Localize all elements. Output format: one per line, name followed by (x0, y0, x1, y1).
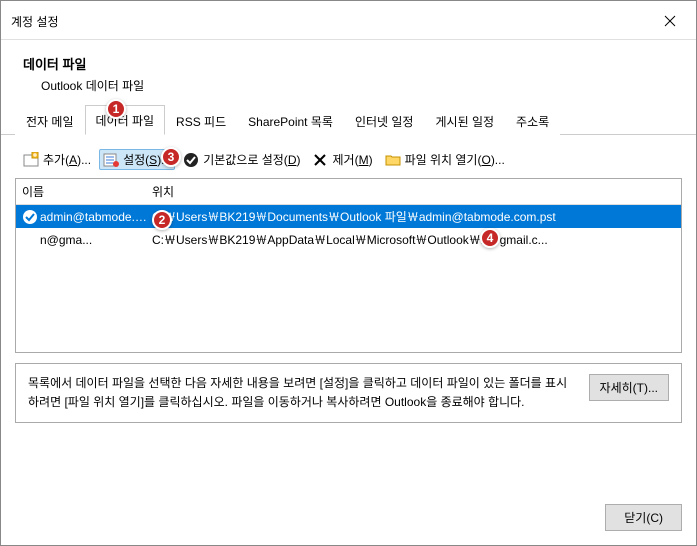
add-button[interactable]: 추가(A)... (19, 149, 95, 170)
row-name: admin@tabmode.com (40, 210, 152, 224)
dialog-title: 계정 설정 (11, 13, 59, 30)
settings-icon (103, 152, 119, 168)
annotation-marker-4: 4 (480, 228, 500, 248)
tab-published-calendars[interactable]: 게시된 일정 (424, 106, 505, 135)
tab-address-books[interactable]: 주소록 (505, 106, 560, 135)
row-icon-blank (22, 232, 38, 248)
hint-section: 목록에서 데이터 파일을 선택한 다음 자세한 내용을 보려면 [설정]을 클릭… (15, 363, 682, 423)
toolbar: 추가(A)... 설정(S)... 기본값으로 설정(D) 제거(M) (15, 147, 682, 178)
header-title: 데이터 파일 (23, 54, 676, 73)
details-button[interactable]: 자세히(T)... (589, 374, 669, 401)
list-row[interactable]: n@gma... C:￦Users￦BK219￦AppData￦Local￦Mi… (16, 228, 681, 251)
default-checkmark-icon (22, 209, 38, 225)
annotation-marker-3: 3 (161, 147, 181, 167)
row-path: C:￦Users￦BK219￦Documents￦Outlook 파일￦admi… (152, 208, 675, 225)
close-dialog-button[interactable]: 닫기(C) (605, 504, 682, 531)
checkmark-icon (183, 152, 199, 168)
list-row[interactable]: admin@tabmode.com C:￦Users￦BK219￦Documen… (16, 205, 681, 228)
account-settings-dialog: 계정 설정 데이터 파일 Outlook 데이터 파일 전자 메일 데이터 파일… (0, 0, 697, 546)
titlebar: 계정 설정 (1, 1, 696, 40)
tab-sharepoint-lists[interactable]: SharePoint 목록 (237, 106, 344, 135)
row-name: n@gma... (40, 233, 152, 247)
set-default-button[interactable]: 기본값으로 설정(D) (179, 149, 304, 170)
open-file-location-button[interactable]: 파일 위치 열기(O)... (381, 149, 509, 170)
folder-icon (385, 152, 401, 168)
hint-text: 목록에서 데이터 파일을 선택한 다음 자세한 내용을 보려면 [설정]을 클릭… (28, 374, 577, 412)
tab-email[interactable]: 전자 메일 (15, 106, 85, 135)
row-path: C:￦Users￦BK219￦AppData￦Local￦Microsoft￦O… (152, 231, 675, 248)
dialog-footer: 닫기(C) (1, 492, 696, 545)
annotation-marker-1: 1 (106, 99, 126, 119)
close-button[interactable] (654, 9, 686, 33)
column-name[interactable]: 이름 (22, 183, 152, 200)
tab-body: 추가(A)... 설정(S)... 기본값으로 설정(D) 제거(M) (1, 135, 696, 492)
column-path[interactable]: 위치 (152, 183, 675, 200)
add-icon (23, 152, 39, 168)
close-icon (664, 15, 676, 27)
remove-button[interactable]: 제거(M) (308, 149, 376, 170)
annotation-marker-2: 2 (152, 210, 172, 230)
remove-icon (312, 152, 328, 168)
header-section: 데이터 파일 Outlook 데이터 파일 (1, 40, 696, 104)
list-header: 이름 위치 (16, 179, 681, 205)
data-file-list[interactable]: 이름 위치 admin@tabmode.com C:￦Users￦BK219￦D… (15, 178, 682, 353)
header-subtitle: Outlook 데이터 파일 (23, 77, 676, 94)
list-rows: admin@tabmode.com C:￦Users￦BK219￦Documen… (16, 205, 681, 251)
tab-internet-calendars[interactable]: 인터넷 일정 (344, 106, 425, 135)
tab-rss-feeds[interactable]: RSS 피드 (165, 106, 237, 135)
